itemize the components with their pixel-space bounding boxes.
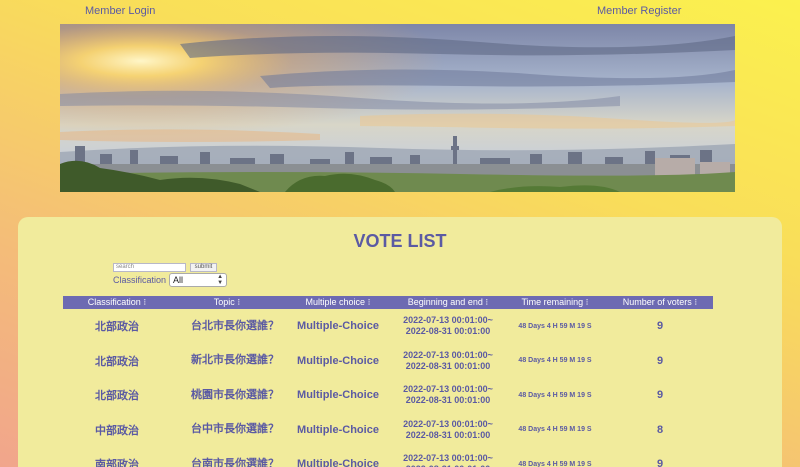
- row-time-remaining: 48 Days 4 H 59 M 19 S: [518, 426, 592, 434]
- row-time-remaining: 48 Days 4 H 59 M 19 S: [518, 460, 592, 467]
- table-row[interactable]: 北部政治 桃園市長你選誰？ Multiple-Choice 2022-07-13 00…: [63, 378, 713, 413]
- classification-select[interactable]: All ▲ ▼: [169, 273, 228, 287]
- row-topic-link[interactable]: 台南市長你選誰？: [171, 458, 283, 467]
- search-input[interactable]: search: [113, 263, 186, 272]
- classification-label: Classification: [113, 275, 167, 285]
- header-multiple-choice[interactable]: Multiple choice ⁝: [283, 297, 393, 308]
- header-classification[interactable]: Classification ⁝: [63, 297, 171, 308]
- row-dates: 2022-07-13 00:01:00~2022-08-31 00:01:00: [393, 419, 503, 441]
- header-voters[interactable]: Number of voters ⁝: [607, 297, 713, 308]
- table-row[interactable]: 北部政治 台北市長你選誰？ Multiple-Choice 2022-07-13 00…: [63, 309, 713, 344]
- row-topic-link[interactable]: 台北市長你選誰？: [171, 320, 283, 333]
- row-voter-count: 9: [656, 389, 664, 402]
- row-choice-type: Multiple-Choice: [297, 320, 379, 333]
- table-row[interactable]: 北部政治 新北市長你選誰？ Multiple-Choice 2022-07-13 00…: [63, 344, 713, 379]
- row-voter-count: 8: [656, 423, 664, 436]
- row-choice-type: Multiple-Choice: [297, 354, 379, 367]
- sort-icon: ⁝: [367, 297, 371, 307]
- end-date: 2022-08-31 00:01:00: [405, 326, 491, 337]
- table-row[interactable]: 中部政治 台中市長你選誰？ Multiple-Choice 2022-07-13 00…: [63, 413, 713, 448]
- row-time-remaining: 48 Days 4 H 59 M 19 S: [518, 357, 592, 365]
- sort-icon: ⁝: [485, 297, 489, 307]
- row-topic-link[interactable]: 台中市長你選誰？: [171, 423, 283, 436]
- row-topic-link[interactable]: 新北市長你選誰？: [171, 354, 283, 367]
- end-date: 2022-08-31 00:01:00: [405, 360, 491, 371]
- row-topic-link[interactable]: 桃園市長你選誰？: [171, 389, 283, 402]
- row-classification: 北部政治: [95, 321, 139, 334]
- row-dates: 2022-07-13 00:01:00~2022-08-31 00:01:00: [393, 453, 503, 467]
- row-time-remaining: 48 Days 4 H 59 M 19 S: [518, 322, 592, 330]
- row-classification: 中部政治: [95, 424, 139, 437]
- end-date: 2022-08-31 00:01:00: [405, 395, 491, 406]
- member-register-link[interactable]: Member Register: [597, 5, 681, 17]
- table-header: Classification ⁝ Topic ⁝ Multiple choice…: [63, 296, 713, 309]
- row-choice-type: Multiple-Choice: [297, 458, 379, 467]
- row-choice-type: Multiple-Choice: [297, 423, 379, 436]
- sort-icon: ⁝: [694, 297, 698, 307]
- classification-selected-value: All: [173, 275, 184, 285]
- header-beginning-end[interactable]: Beginning and end ⁝: [393, 297, 503, 308]
- submit-button[interactable]: submit: [190, 263, 217, 272]
- row-voter-count: 9: [656, 354, 664, 367]
- search-row: search submit: [113, 263, 217, 272]
- begin-date: 2022-07-13 00:01:00~: [403, 349, 493, 360]
- classification-filter: Classification All ▲ ▼: [113, 273, 228, 287]
- row-time-remaining: 48 Days 4 H 59 M 19 S: [518, 391, 592, 399]
- begin-date: 2022-07-13 00:01:00~: [403, 384, 493, 395]
- vote-panel: VOTE LIST search submit Classification A…: [18, 217, 782, 467]
- row-choice-type: Multiple-Choice: [297, 389, 379, 402]
- row-voter-count: 9: [656, 458, 664, 467]
- begin-date: 2022-07-13 00:01:00~: [403, 315, 493, 326]
- row-classification: 南部政治: [95, 459, 139, 467]
- member-login-link[interactable]: Member Login: [85, 5, 155, 17]
- row-classification: 北部政治: [95, 355, 139, 368]
- end-date: 2022-08-31 00:01:00: [405, 429, 491, 440]
- begin-date: 2022-07-13 00:01:00~: [403, 453, 493, 464]
- sort-icon: ⁝: [237, 297, 241, 307]
- header-time-remaining[interactable]: Time remaining ⁝: [503, 297, 607, 308]
- row-classification: 北部政治: [95, 390, 139, 403]
- row-dates: 2022-07-13 00:01:00~2022-08-31 00:01:00: [393, 350, 503, 372]
- banner-image: [60, 24, 735, 192]
- vote-table: Classification ⁝ Topic ⁝ Multiple choice…: [63, 296, 713, 467]
- sort-icon: ⁝: [143, 297, 147, 307]
- page-title: VOTE LIST: [353, 231, 447, 251]
- row-dates: 2022-07-13 00:01:00~2022-08-31 00:01:00: [393, 315, 503, 337]
- table-row[interactable]: 南部政治 台南市長你選誰？ Multiple-Choice 2022-07-13 00…: [63, 447, 713, 467]
- row-dates: 2022-07-13 00:01:00~2022-08-31 00:01:00: [393, 384, 503, 406]
- select-arrows-icon: ▲ ▼: [217, 274, 224, 286]
- sort-icon: ⁝: [585, 297, 589, 307]
- header-topic[interactable]: Topic ⁝: [171, 297, 283, 308]
- begin-date: 2022-07-13 00:01:00~: [403, 418, 493, 429]
- row-voter-count: 9: [656, 320, 664, 333]
